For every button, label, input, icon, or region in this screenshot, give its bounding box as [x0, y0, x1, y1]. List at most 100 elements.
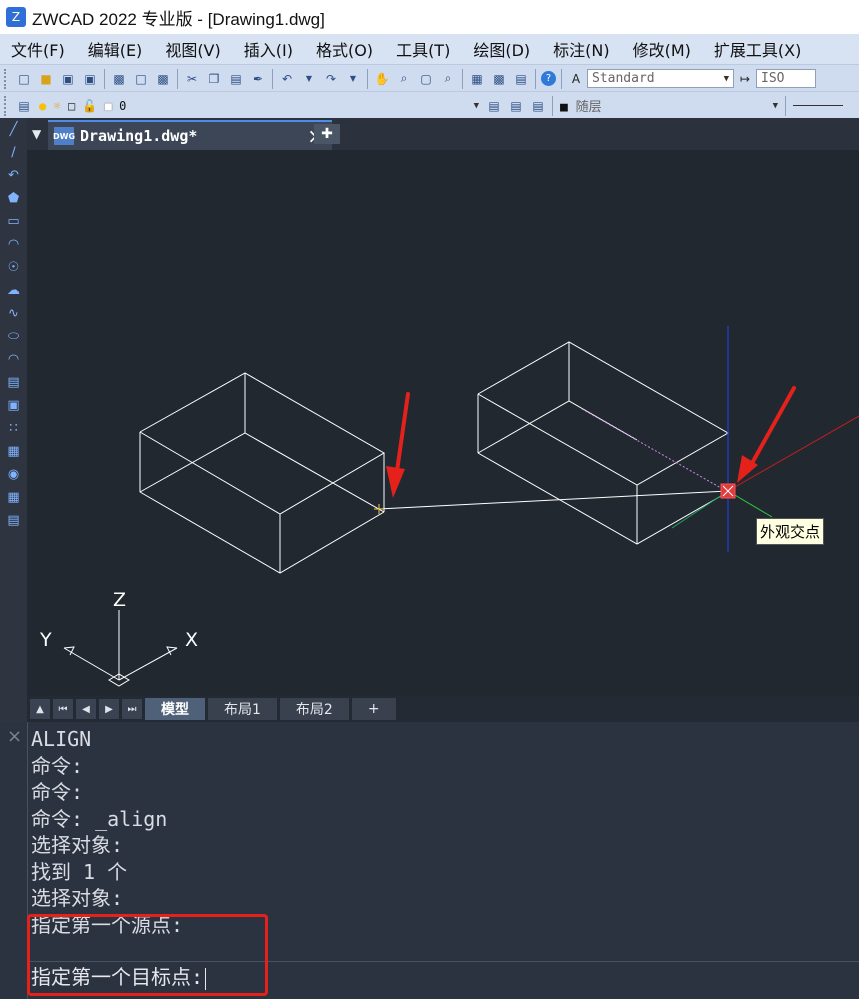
app-logo-icon: Z — [6, 7, 26, 27]
document-tab-bar: ▼ DWG Drawing1.dwg* × ✚ — [27, 118, 859, 150]
tab-layout2[interactable]: 布局2 — [279, 698, 349, 720]
color-select[interactable]: ■ 随层 ▼ — [556, 96, 782, 115]
make-block-icon[interactable]: ▣ — [0, 394, 27, 417]
title-bar: Z ZWCAD 2022 专业版 - [Drawing1.dwg] — [0, 0, 859, 34]
open-folder-icon[interactable]: ■ — [37, 70, 55, 88]
new-file-icon[interactable]: □ — [15, 70, 33, 88]
text-style-select[interactable]: Standard ▼ — [587, 69, 734, 88]
redo-dropdown-icon[interactable]: ▼ — [344, 70, 362, 88]
circle-icon[interactable]: ☉ — [0, 256, 27, 279]
tool-palette-icon[interactable]: ▤ — [512, 70, 530, 88]
zoom-realtime-icon[interactable]: ⌕ — [395, 70, 413, 88]
menu-bar: 文件(F) 编辑(E) 视图(V) 插入(I) 格式(O) 工具(T) 绘图(D… — [0, 34, 859, 64]
redo-icon[interactable]: ↷ — [322, 70, 340, 88]
toolbar-separator — [367, 68, 368, 89]
first-layout-icon[interactable]: ⏮ — [53, 699, 73, 719]
layer-manager-icon[interactable]: ▤ — [15, 97, 33, 115]
menu-format[interactable]: 格式(O) — [305, 37, 385, 61]
menu-extensions[interactable]: 扩展工具(X) — [703, 37, 813, 61]
toolbar-grip[interactable] — [4, 95, 10, 116]
pan-hand-icon[interactable]: ✋ — [373, 70, 391, 88]
linetype-select[interactable] — [789, 96, 849, 115]
print-preview-icon[interactable]: □ — [132, 70, 150, 88]
crosshair-green-axis-2 — [671, 490, 729, 529]
layout-tab-bar: ▲ ⏮ ◀ ▶ ⏭ 模型 布局1 布局2 + — [27, 696, 859, 722]
copy-icon[interactable]: ❐ — [205, 70, 223, 88]
point-icon[interactable]: ∷ — [0, 417, 27, 440]
help-icon[interactable]: ? — [541, 71, 556, 86]
command-window: × ALIGN 命令: 命令: 命令: _align 选择对象: 找到 1 个 … — [0, 722, 859, 999]
dim-style-select[interactable]: ISO — [756, 69, 816, 88]
command-history-line: ALIGN — [31, 727, 92, 751]
close-icon[interactable]: × — [7, 726, 22, 747]
multiline-text-icon[interactable]: ▤ — [0, 509, 27, 532]
tab-model[interactable]: 模型 — [145, 698, 205, 720]
drawing-canvas[interactable]: Z Y X 外观交点 — [27, 150, 859, 696]
menu-view[interactable]: 视图(V) — [154, 37, 232, 61]
zoom-previous-icon[interactable]: ⌕ — [439, 70, 457, 88]
save-icon[interactable]: ▣ — [59, 70, 77, 88]
undo-icon[interactable]: ↶ — [278, 70, 296, 88]
last-layout-icon[interactable]: ⏭ — [122, 699, 142, 719]
tab-list-dropdown-icon[interactable]: ▼ — [32, 127, 41, 141]
menu-dimension[interactable]: 标注(N) — [542, 37, 621, 61]
hatch-icon[interactable]: ▦ — [0, 440, 27, 463]
command-history-line: 选择对象: — [31, 833, 124, 857]
layout-scroll-up-icon[interactable]: ▲ — [30, 699, 50, 719]
new-tab-button[interactable]: ✚ — [314, 124, 340, 144]
insert-block-icon[interactable]: ▤ — [0, 371, 27, 394]
toolbar-separator — [272, 68, 273, 89]
ellipse-icon[interactable]: ⬭ — [0, 325, 27, 348]
layers-toolbar: ▤ ● ☼ □ 🔓 ■ 0 ▼ ▤ ▤ ▤ ■ 随层 ▼ — [0, 91, 859, 119]
add-layout-button[interactable]: + — [351, 698, 396, 720]
chevron-down-icon: ▼ — [473, 100, 479, 111]
construction-line-icon[interactable]: ∕ — [0, 141, 27, 164]
menu-insert[interactable]: 插入(I) — [233, 37, 305, 61]
polygon-icon[interactable]: ⬟ — [0, 187, 27, 210]
layer-states-icon[interactable]: ▤ — [529, 97, 547, 115]
rectangle-icon[interactable]: ▭ — [0, 210, 27, 233]
zoom-window-icon[interactable]: ▢ — [417, 70, 435, 88]
command-history-line: 命令: _align — [31, 806, 168, 831]
annotation-arrow-right — [737, 386, 796, 483]
draw-toolbar: ╱ ∕ ↶ ⬟ ▭ ◠ ☉ ☁ ∿ ⬭ ◠ ▤ ▣ ∷ ▦ ◉ ▦ ▤ — [0, 118, 28, 722]
tab-drawing1[interactable]: DWG Drawing1.dwg* × — [48, 120, 332, 150]
prev-layout-icon[interactable]: ◀ — [76, 699, 96, 719]
plot-icon[interactable]: ▩ — [154, 70, 172, 88]
spline-icon[interactable]: ∿ — [0, 302, 27, 325]
linetype-preview — [793, 105, 843, 106]
dim-style-icon[interactable]: ↦ — [736, 70, 754, 88]
ucs-y-label: Y — [39, 629, 52, 651]
design-center-icon[interactable]: ▩ — [490, 70, 508, 88]
undo-dropdown-icon[interactable]: ▼ — [300, 70, 318, 88]
layer-name: 0 — [119, 98, 127, 113]
menu-edit[interactable]: 编辑(E) — [77, 37, 155, 61]
paste-icon[interactable]: ▤ — [227, 70, 245, 88]
arc-icon[interactable]: ◠ — [0, 233, 27, 256]
cut-icon[interactable]: ✂ — [183, 70, 201, 88]
color-value: 随层 — [575, 100, 602, 115]
menu-tools[interactable]: 工具(T) — [385, 37, 462, 61]
table-icon[interactable]: ▦ — [0, 486, 27, 509]
menu-modify[interactable]: 修改(M) — [622, 37, 703, 61]
revision-cloud-icon[interactable]: ☁ — [0, 279, 27, 302]
properties-icon[interactable]: ▦ — [468, 70, 486, 88]
next-layout-icon[interactable]: ▶ — [99, 699, 119, 719]
menu-draw[interactable]: 绘图(D) — [462, 37, 542, 61]
save-as-icon[interactable]: ▣ — [81, 70, 99, 88]
text-style-icon[interactable]: A — [567, 70, 585, 88]
make-current-layer-icon[interactable]: ▤ — [485, 97, 503, 115]
toolbar-separator — [104, 68, 105, 89]
menu-file[interactable]: 文件(F) — [0, 37, 77, 61]
layer-select[interactable]: ● ☼ □ 🔓 ■ 0 ▼ — [35, 96, 483, 115]
layer-previous-icon[interactable]: ▤ — [507, 97, 525, 115]
toolbar-grip[interactable] — [4, 68, 10, 89]
tab-layout1[interactable]: 布局1 — [208, 698, 277, 720]
ellipse-arc-icon[interactable]: ◠ — [0, 348, 27, 371]
polyline-icon[interactable]: ↶ — [0, 164, 27, 187]
annotation-highlight-box — [27, 914, 268, 996]
print-icon[interactable]: ▩ — [110, 70, 128, 88]
line-icon[interactable]: ╱ — [0, 118, 27, 141]
match-properties-icon[interactable]: ✒ — [249, 70, 267, 88]
region-icon[interactable]: ◉ — [0, 463, 27, 486]
